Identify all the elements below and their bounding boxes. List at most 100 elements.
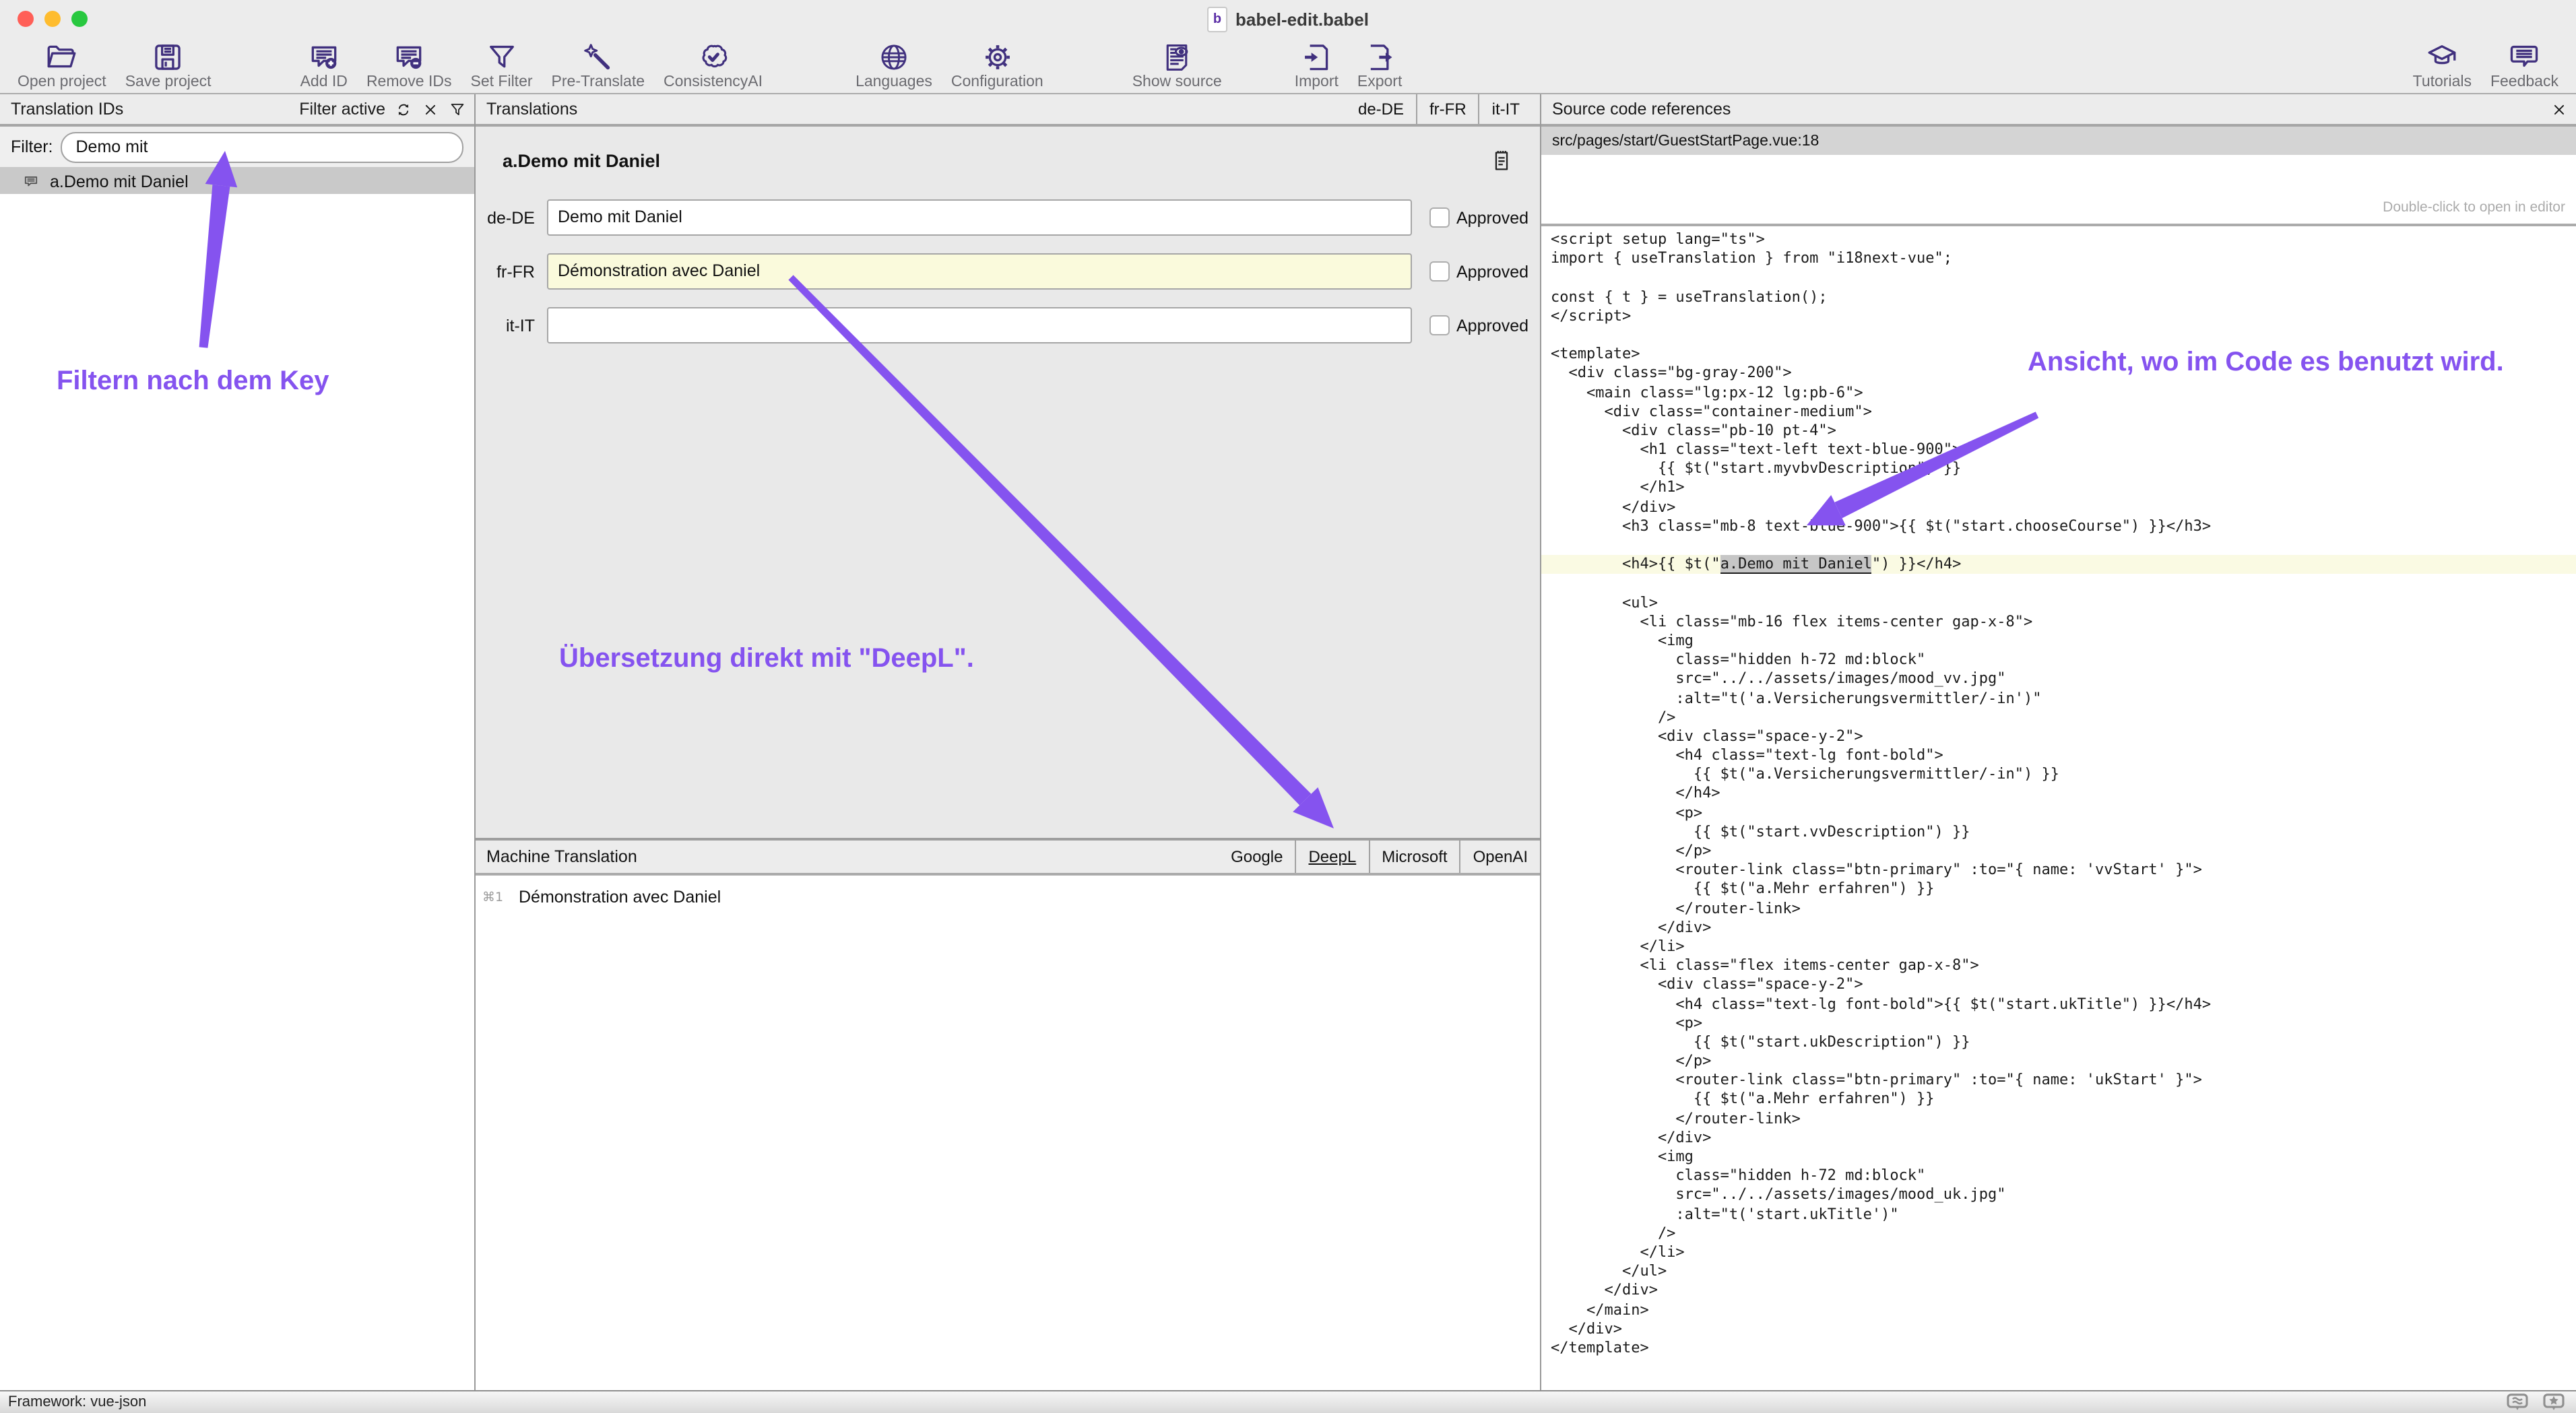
minimize-window-button[interactable] [44,11,61,27]
clear-filter-icon[interactable] [422,100,439,118]
code-line: <img [1541,632,2576,651]
code-line: </h4> [1541,785,2576,803]
machine-translation-header: Machine Translation GoogleDeepLMicrosoft… [476,838,1540,876]
translation-input-it-IT[interactable] [547,307,1412,343]
code-line: <p> [1541,803,2576,822]
mt-engine-buttons: GoogleDeepLMicrosoftOpenAI [1219,841,1540,873]
translations-panel: Translations de-DEfr-FRit-IT a.Demo mit … [476,94,1541,1390]
code-line: {{ $t("start.ukDescription") }} [1541,1033,2576,1052]
funnel-icon [485,40,519,74]
app-window: b babel-edit.babel Open project Save proj… [0,0,2576,1410]
toolbar-item-pre-translate[interactable]: Pre-Translate [542,38,655,90]
toolbar-item-save-project[interactable]: Save project [116,38,221,90]
filter-label: Filter: [11,137,53,156]
code-line: </p> [1541,842,2576,861]
zoom-window-button[interactable] [71,11,88,27]
code-line: </template> [1541,1339,2576,1358]
code-line: <h3 class="mb-8 text-blue-900">{{ $t("st… [1541,517,2576,536]
gear-icon [980,40,1014,74]
code-line: </div> [1541,1319,2576,1338]
approved-checkbox-fr-FR[interactable] [1429,261,1450,282]
code-line: class="hidden h-72 md:block" [1541,1166,2576,1185]
toolbar-item-show-source[interactable]: Show source [1123,38,1231,90]
close-source-panel-icon[interactable] [2550,100,2568,118]
mt-engine-deepl[interactable]: DeepL [1295,841,1368,873]
window-title: b babel-edit.babel [1207,7,1369,32]
import-icon [1299,40,1333,74]
translation-row-it-IT: it-ITApproved [476,307,1540,343]
approved-checkbox-de-DE[interactable] [1429,207,1450,228]
mt-result-row[interactable]: ⌘1Démonstration avec Daniel [476,885,1540,909]
entry-note-icon[interactable] [1493,150,1510,172]
toolbar-item-add-id[interactable]: Add ID [291,38,357,90]
translation-ids-header: Translation IDs Filter active [0,94,474,127]
translation-ids-panel: Translation IDs Filter active Filter: De… [0,94,476,1390]
toolbar-item-export[interactable]: Export [1348,38,1412,90]
source-file-reference[interactable]: src/pages/start/GuestStartPage.vue:18 [1541,127,2576,155]
feedback-bubble-icon [2507,40,2541,74]
refresh-icon[interactable] [395,100,412,118]
mt-engine-microsoft[interactable]: Microsoft [1368,841,1459,873]
code-line: /> [1541,1224,2576,1243]
toolbar-item-open-project[interactable]: Open project [8,38,116,90]
globe-icon [877,40,911,74]
babel-file-icon: b [1207,7,1227,32]
toolbar-item-label: Remove IDs [366,74,452,90]
translation-id-bubble-icon [22,173,40,189]
language-tabs: de-DEfr-FRit-IT [1346,94,1532,124]
code-line: :alt="t('a.Versicherungsvermittler/-in')… [1541,689,2576,708]
close-window-button[interactable] [18,11,34,27]
mt-result-text: Démonstration avec Daniel [519,888,721,907]
code-line: <h4 class="text-lg font-bold"> [1541,746,2576,765]
mt-engine-google[interactable]: Google [1219,841,1295,873]
toolbar-item-configuration[interactable]: Configuration [942,38,1053,90]
lang-tab-de-DE[interactable]: de-DE [1346,94,1416,124]
toolbar-item-feedback[interactable]: Feedback [2481,38,2568,90]
toolbar-item-label: Add ID [300,74,348,90]
toolbar-item-languages[interactable]: Languages [846,38,942,90]
entry-head: a.Demo mit Daniel [476,127,1540,172]
source-references-panel: Source code references src/pages/start/G… [1541,94,2576,1390]
code-line: </router-link> [1541,1109,2576,1128]
toolbar-item-label: Configuration [951,74,1043,90]
rate-app-bubble-icon[interactable] [2542,1393,2565,1412]
code-line: {{ $t("start.myvbvDescription") }} [1541,460,2576,479]
code-line: </router-link> [1541,899,2576,918]
translation-id-item[interactable]: a.Demo mit Daniel [0,168,474,194]
toolbar-item-consistency-ai[interactable]: ConsistencyAI [654,38,772,90]
code-line: <ul> [1541,593,2576,612]
toolbar-item-set-filter[interactable]: Set Filter [461,38,542,90]
toolbar-item-label: Open project [18,74,106,90]
toolbar-item-label: Feedback [2490,74,2558,90]
translation-input-fr-FR[interactable]: Démonstration avec Daniel [547,253,1412,290]
graduation-cap-icon [2425,40,2459,74]
code-line: <template> [1541,345,2576,364]
toolbar-item-remove-ids[interactable]: Remove IDs [357,38,461,90]
lang-tab-it-IT[interactable]: it-IT [1479,94,1532,124]
code-line: <h1 class="text-left text-blue-900"> [1541,440,2576,459]
code-line [1541,326,2576,345]
code-line: </ul> [1541,1262,2576,1281]
toolbar-item-tutorials[interactable]: Tutorials [2404,38,2481,90]
code-line: <div class="space-y-2"> [1541,727,2576,746]
code-line: <p> [1541,1014,2576,1032]
code-line: <div class="container-medium"> [1541,402,2576,421]
code-line: <li class="mb-16 flex items-center gap-x… [1541,613,2576,632]
toolbar-item-import[interactable]: Import [1285,38,1348,90]
translation-input-de-DE[interactable]: Demo mit Daniel [547,199,1412,236]
toolbar-item-label: Pre-Translate [552,74,645,90]
code-line: <div class="bg-gray-200"> [1541,364,2576,383]
mt-engine-openai[interactable]: OpenAI [1460,841,1540,873]
funnel-icon[interactable] [449,100,466,118]
approved-checkbox-it-IT[interactable] [1429,315,1450,335]
code-line: <router-link class="btn-primary" :to="{ … [1541,1072,2576,1090]
toolbar-item-label: Save project [125,74,212,90]
filter-input[interactable]: Demo mit [61,131,464,162]
code-line: :alt="t('start.ukTitle')" [1541,1205,2576,1224]
window-title-text: babel-edit.babel [1235,9,1369,30]
code-line [1541,269,2576,288]
translation-row-lang-label: de-DE [476,208,535,227]
whats-new-bubble-icon[interactable] [2506,1393,2529,1412]
code-line: const { t } = useTranslation(); [1541,288,2576,306]
lang-tab-fr-FR[interactable]: fr-FR [1416,94,1479,124]
